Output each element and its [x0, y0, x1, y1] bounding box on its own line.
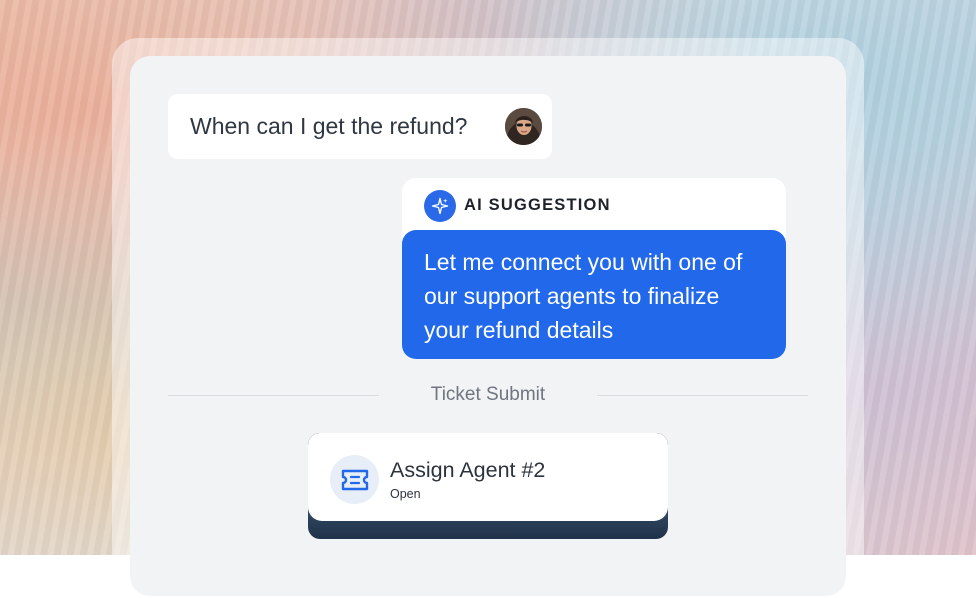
ticket-card-body: Assign Agent #2 Open	[308, 433, 668, 521]
sparkle-icon	[424, 190, 456, 222]
ticket-title: Assign Agent #2	[390, 458, 546, 482]
user-avatar	[505, 108, 542, 145]
ai-message-text: Let me connect you with one of our suppo…	[424, 249, 743, 343]
ai-suggestion-card: AI SUGGESTION Let me connect you with on…	[402, 178, 786, 359]
divider-line-right	[597, 395, 808, 396]
ticket-card[interactable]: Assign Agent #2 Open	[308, 433, 668, 539]
user-message-bubble: When can I get the refund?	[168, 94, 552, 159]
ticket-submit-label: Ticket Submit	[430, 384, 546, 405]
avatar-portrait-icon	[505, 108, 542, 145]
ticket-icon	[330, 455, 379, 504]
ticket-status: Open	[390, 487, 421, 501]
divider-line-left	[168, 395, 379, 396]
ai-message-bubble[interactable]: Let me connect you with one of our suppo…	[402, 230, 786, 359]
user-message-text: When can I get the refund?	[190, 113, 468, 139]
ai-suggestion-label: AI SUGGESTION	[464, 196, 611, 214]
